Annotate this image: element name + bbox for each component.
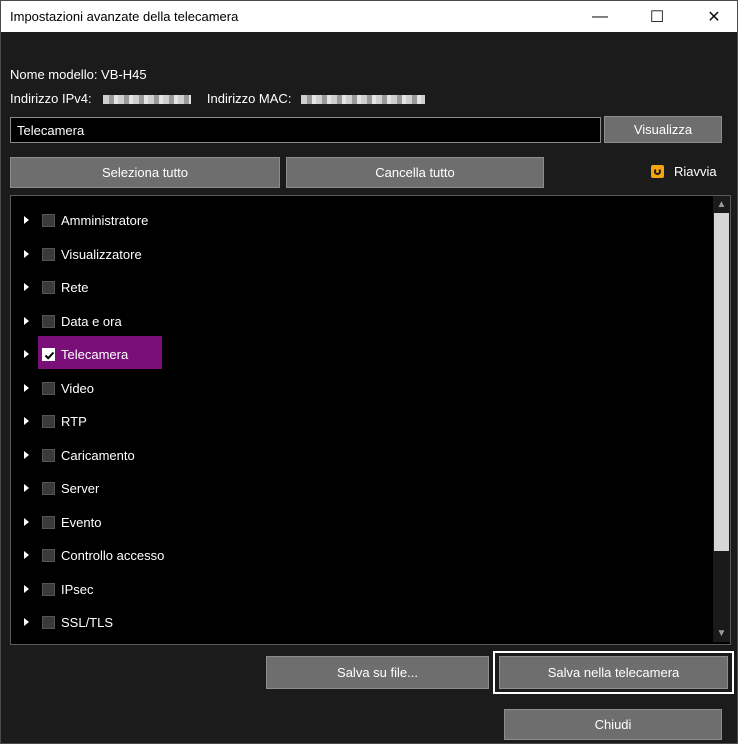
camera-name-input[interactable] bbox=[11, 118, 600, 142]
maximize-button[interactable]: ☐ bbox=[634, 1, 680, 32]
item-checkbox[interactable] bbox=[42, 448, 55, 462]
view-button[interactable]: Visualizza bbox=[604, 116, 722, 143]
item-checkbox[interactable] bbox=[42, 582, 55, 596]
tree-scrollbar[interactable]: ▲ ▼ bbox=[713, 196, 730, 642]
tree-item-label: RTP bbox=[61, 413, 87, 429]
tree-item[interactable]: Telecamera bbox=[11, 342, 701, 366]
restart-label: Riavvia bbox=[674, 164, 717, 179]
expand-arrow-icon[interactable] bbox=[24, 216, 29, 224]
tree-item[interactable]: Evento bbox=[11, 510, 701, 534]
select-all-button[interactable]: Seleziona tutto bbox=[10, 157, 280, 188]
item-checkbox[interactable] bbox=[42, 515, 55, 529]
tree-item[interactable]: SSL/TLS bbox=[11, 610, 701, 634]
expand-arrow-icon[interactable] bbox=[24, 484, 29, 492]
close-icon: ✕ bbox=[707, 8, 721, 26]
item-checkbox[interactable] bbox=[42, 314, 55, 328]
maximize-icon: ☐ bbox=[649, 8, 665, 26]
item-checkbox[interactable] bbox=[42, 347, 55, 361]
item-checkbox[interactable] bbox=[42, 548, 55, 562]
expand-arrow-icon[interactable] bbox=[24, 317, 29, 325]
minimize-icon: — bbox=[592, 7, 608, 25]
tree-item-label: IPsec bbox=[61, 581, 94, 597]
scroll-up-icon[interactable]: ▲ bbox=[713, 196, 730, 213]
close-button[interactable]: Chiudi bbox=[504, 709, 722, 740]
expand-arrow-icon[interactable] bbox=[24, 384, 29, 392]
tree-item[interactable]: IPsec bbox=[11, 577, 701, 601]
item-checkbox[interactable] bbox=[42, 247, 55, 261]
tree-item-label: Server bbox=[61, 480, 100, 496]
save-to-camera-button[interactable]: Salva nella telecamera bbox=[499, 656, 728, 689]
tree-item[interactable]: Amministratore bbox=[11, 208, 701, 232]
advanced-camera-settings-window: Impostazioni avanzate della telecamera —… bbox=[0, 0, 738, 744]
expand-arrow-icon[interactable] bbox=[24, 350, 29, 358]
expand-arrow-icon[interactable] bbox=[24, 451, 29, 459]
tree-item-label: Rete bbox=[61, 279, 89, 295]
window-title: Impostazioni avanzate della telecamera bbox=[10, 9, 239, 24]
expand-arrow-icon[interactable] bbox=[24, 551, 29, 559]
tree-item[interactable]: Controllo accesso bbox=[11, 543, 701, 567]
tree-item-label: Video bbox=[61, 380, 95, 396]
camera-name-field[interactable] bbox=[10, 117, 601, 143]
mac-value-blurred bbox=[301, 95, 426, 105]
restart-indicator: Riavvia bbox=[651, 164, 717, 179]
expand-arrow-icon[interactable] bbox=[24, 417, 29, 425]
tree-item-label: Telecamera bbox=[61, 346, 129, 362]
clear-all-button[interactable]: Cancella tutto bbox=[286, 157, 544, 188]
minimize-button[interactable]: — bbox=[577, 1, 623, 32]
tree-item[interactable]: Server bbox=[11, 476, 701, 500]
scroll-down-icon[interactable]: ▼ bbox=[713, 625, 730, 642]
tree-item-label: Visualizzatore bbox=[61, 246, 142, 262]
tree-item[interactable]: Video bbox=[11, 376, 701, 400]
tree-item-label: Amministratore bbox=[61, 212, 149, 228]
restart-icon bbox=[651, 165, 664, 178]
tree-item[interactable]: Rete bbox=[11, 275, 701, 299]
item-checkbox[interactable] bbox=[42, 481, 55, 495]
address-line: Indirizzo IPv4: Indirizzo MAC: bbox=[10, 91, 426, 106]
expand-arrow-icon[interactable] bbox=[24, 518, 29, 526]
item-checkbox[interactable] bbox=[42, 381, 55, 395]
ipv4-value-blurred bbox=[103, 95, 192, 105]
tree-item[interactable]: Caricamento bbox=[11, 443, 701, 467]
mac-label: Indirizzo MAC: bbox=[206, 91, 292, 106]
tree-item[interactable]: RTP bbox=[11, 409, 701, 433]
ipv4-label: Indirizzo IPv4: bbox=[10, 91, 92, 106]
item-checkbox[interactable] bbox=[42, 615, 55, 629]
save-to-file-button[interactable]: Salva su file... bbox=[266, 656, 489, 689]
tree-item[interactable]: Visualizzatore bbox=[11, 242, 701, 266]
scrollbar-thumb[interactable] bbox=[714, 213, 729, 551]
item-checkbox[interactable] bbox=[42, 280, 55, 294]
expand-arrow-icon[interactable] bbox=[24, 250, 29, 258]
title-bar: Impostazioni avanzate della telecamera —… bbox=[1, 1, 737, 32]
model-name: Nome modello: VB-H45 bbox=[10, 67, 147, 82]
tree-item-label: Data e ora bbox=[61, 313, 122, 329]
close-window-button[interactable]: ✕ bbox=[691, 1, 737, 32]
item-checkbox[interactable] bbox=[42, 213, 55, 227]
tree-item-label: Controllo accesso bbox=[61, 547, 165, 563]
item-checkbox[interactable] bbox=[42, 414, 55, 428]
tree-item[interactable]: Data e ora bbox=[11, 309, 701, 333]
expand-arrow-icon[interactable] bbox=[24, 283, 29, 291]
tree-item-label: Caricamento bbox=[61, 447, 135, 463]
tree-item-label: Evento bbox=[61, 514, 102, 530]
expand-arrow-icon[interactable] bbox=[24, 585, 29, 593]
expand-arrow-icon[interactable] bbox=[24, 618, 29, 626]
settings-tree: Amministratore Visualizzatore Rete Data e o… bbox=[10, 195, 731, 645]
tree-item-label: SSL/TLS bbox=[61, 614, 114, 630]
